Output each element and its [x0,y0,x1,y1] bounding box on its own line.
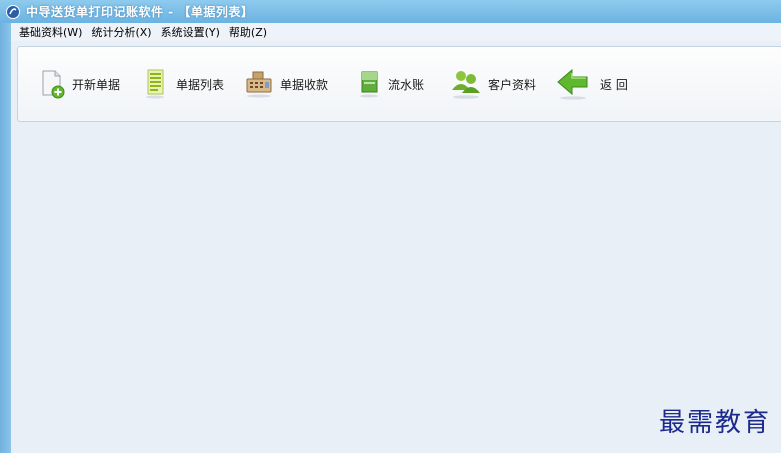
ledger-label: 流水账 [388,77,425,92]
app-icon [6,4,20,19]
new-doc-button[interactable]: 开新单据 [40,67,120,101]
new-document-icon [40,69,66,99]
menu-settings[interactable]: 系统设置(Y) [161,24,220,40]
back-button[interactable]: 返 回 [556,67,628,101]
back-arrow-icon [556,68,590,100]
customer-button[interactable]: 客户资料 [450,67,536,101]
watermark-text: 最需教育 [658,408,771,438]
window-left-border [0,0,11,453]
cash-register-icon [244,69,274,99]
ledger-button[interactable]: 流水账 [358,67,424,101]
window-title: 中导送货单打印记账软件 - 【单据列表】 [26,5,254,19]
customer-label: 客户资料 [488,77,537,92]
customers-icon [450,68,482,100]
menu-help[interactable]: 帮助(Z) [229,24,267,40]
title-bar[interactable]: 中导送货单打印记账软件 - 【单据列表】 [0,0,781,23]
doc-receipt-label: 单据收款 [280,77,329,92]
toolbar: 开新单据 单据列表 单据收款 流水账 客户资料 返 回 [17,46,781,122]
doc-receipt-button[interactable]: 单据收款 [244,67,328,101]
menu-statistics[interactable]: 统计分析(X) [91,24,151,40]
ledger-book-icon [358,69,382,99]
menu-bar: 基础资料(W) 统计分析(X) 系统设置(Y) 帮助(Z) [11,23,781,41]
new-doc-label: 开新单据 [72,77,121,92]
document-list-icon [144,69,170,99]
menu-basic-data[interactable]: 基础资料(W) [19,24,82,40]
back-label: 返 回 [600,77,628,92]
doc-list-label: 单据列表 [176,77,225,92]
doc-list-button[interactable]: 单据列表 [144,67,224,101]
